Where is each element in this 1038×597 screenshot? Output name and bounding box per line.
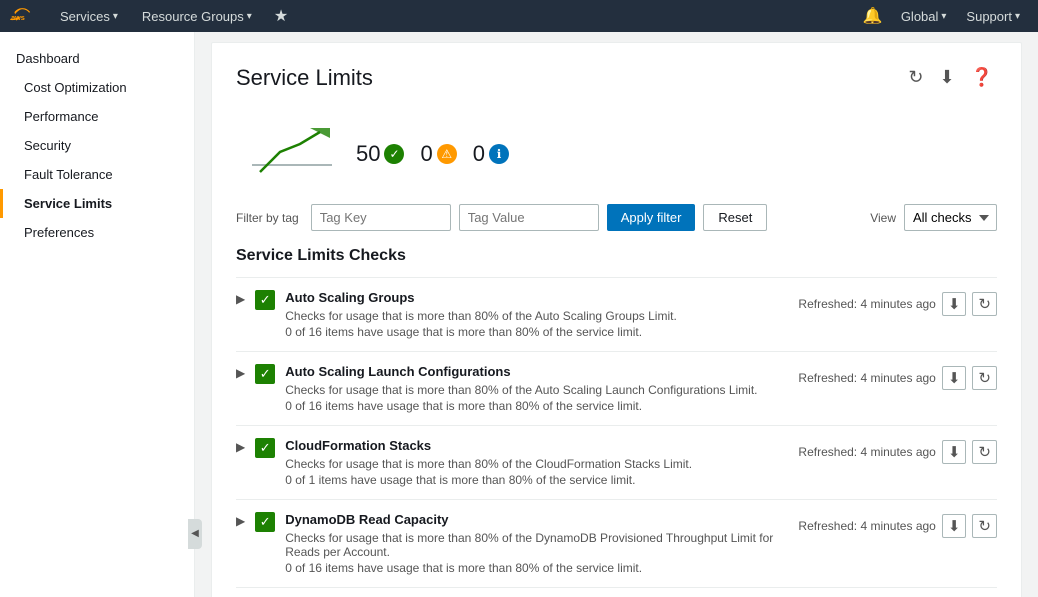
- download-check-button[interactable]: ⬇: [942, 292, 967, 316]
- resource-groups-nav[interactable]: Resource Groups ▾: [134, 9, 260, 24]
- tag-value-input[interactable]: [459, 204, 599, 231]
- check-desc2: 0 of 1 items have usage that is more tha…: [285, 473, 788, 487]
- warning-badge: ⚠: [437, 144, 457, 164]
- refresh-button[interactable]: ↻: [904, 63, 927, 92]
- check-status-badge: ✓: [255, 364, 275, 384]
- bookmark-icon[interactable]: ★: [268, 6, 294, 26]
- info-count: 0 ℹ: [473, 141, 509, 167]
- refresh-check-button[interactable]: ↻: [972, 292, 997, 316]
- check-desc2: 0 of 16 items have usage that is more th…: [285, 561, 788, 575]
- sidebar-item-preferences[interactable]: Preferences: [0, 218, 194, 247]
- header-actions: ↻ ⬇ ❓: [904, 63, 997, 92]
- filter-by-tag-label: Filter by tag: [236, 211, 299, 225]
- check-name: Auto Scaling Launch Configurations: [285, 364, 788, 379]
- check-status-badge: ✓: [255, 290, 275, 310]
- page-header: Service Limits ↻ ⬇ ❓: [236, 63, 997, 92]
- check-actions: Refreshed: 4 minutes ago ⬇ ↻: [798, 366, 997, 390]
- help-button[interactable]: ❓: [967, 63, 997, 92]
- check-row: ▶ ✓ Auto Scaling Launch Configurations C…: [236, 351, 997, 425]
- services-nav[interactable]: Services ▾: [52, 9, 126, 24]
- ok-number: 50: [356, 141, 380, 167]
- info-badge: ℹ: [489, 144, 509, 164]
- check-row: ▶ ✓ DynamoDB Read Capacity Checks for us…: [236, 499, 997, 587]
- checks-list: ▶ ✓ Auto Scaling Groups Checks for usage…: [236, 277, 997, 597]
- warning-count: 0 ⚠: [420, 141, 456, 167]
- check-name: Auto Scaling Groups: [285, 290, 788, 305]
- check-row: ▶ ✓ CloudFormation Stacks Checks for usa…: [236, 425, 997, 499]
- check-expand-icon[interactable]: ▶: [236, 292, 245, 306]
- refresh-check-button[interactable]: ↻: [972, 440, 997, 464]
- checks-title: Service Limits Checks: [236, 247, 997, 265]
- sidebar-item-security[interactable]: Security: [0, 131, 194, 160]
- check-content: DynamoDB Read Capacity Checks for usage …: [285, 512, 788, 575]
- check-actions: Refreshed: 4 minutes ago ⬇ ↻: [798, 514, 997, 538]
- check-desc1: Checks for usage that is more than 80% o…: [285, 383, 788, 397]
- sidebar-item-cost-optimization[interactable]: Cost Optimization: [0, 73, 194, 102]
- ok-count: 50 ✓: [356, 141, 404, 167]
- refreshed-label: Refreshed: 4 minutes ago: [798, 519, 935, 533]
- svg-text:aws: aws: [11, 13, 25, 22]
- view-section: View All checks: [870, 204, 997, 231]
- sidebar-item-dashboard[interactable]: Dashboard: [0, 44, 194, 73]
- summary-counts: 50 ✓ 0 ⚠ 0 ℹ: [356, 141, 509, 167]
- check-row: ▶ ✓ DynamoDB Write Capacity Checks for u…: [236, 587, 997, 597]
- refreshed-label: Refreshed: 4 minutes ago: [798, 297, 935, 311]
- chart-graphic: [252, 124, 332, 184]
- sidebar-collapse-handle[interactable]: ◀: [188, 519, 202, 549]
- filter-section: Filter by tag Apply filter Reset View Al…: [236, 204, 997, 231]
- check-expand-icon[interactable]: ▶: [236, 514, 245, 528]
- page-title: Service Limits: [236, 65, 373, 91]
- apply-filter-button[interactable]: Apply filter: [607, 204, 696, 231]
- summary-section: 50 ✓ 0 ⚠ 0 ℹ: [236, 108, 997, 204]
- check-row: ▶ ✓ Auto Scaling Groups Checks for usage…: [236, 277, 997, 351]
- tag-key-input[interactable]: [311, 204, 451, 231]
- sidebar-item-performance[interactable]: Performance: [0, 102, 194, 131]
- check-expand-icon[interactable]: ▶: [236, 440, 245, 454]
- check-status-badge: ✓: [255, 512, 275, 532]
- download-button[interactable]: ⬇: [935, 63, 958, 92]
- check-actions: Refreshed: 4 minutes ago ⬇ ↻: [798, 292, 997, 316]
- check-desc1: Checks for usage that is more than 80% o…: [285, 457, 788, 471]
- check-expand-icon[interactable]: ▶: [236, 366, 245, 380]
- main-content: Service Limits ↻ ⬇ ❓: [195, 32, 1038, 597]
- sidebar-item-service-limits[interactable]: Service Limits: [0, 189, 194, 218]
- check-name: DynamoDB Read Capacity: [285, 512, 788, 527]
- refreshed-label: Refreshed: 4 minutes ago: [798, 445, 935, 459]
- download-check-button[interactable]: ⬇: [942, 514, 967, 538]
- refresh-check-button[interactable]: ↻: [972, 366, 997, 390]
- check-actions: Refreshed: 4 minutes ago ⬇ ↻: [798, 440, 997, 464]
- refresh-check-button[interactable]: ↻: [972, 514, 997, 538]
- download-check-button[interactable]: ⬇: [942, 366, 967, 390]
- aws-logo[interactable]: aws: [10, 7, 38, 25]
- check-name: CloudFormation Stacks: [285, 438, 788, 453]
- sidebar-item-fault-tolerance[interactable]: Fault Tolerance: [0, 160, 194, 189]
- ok-badge: ✓: [384, 144, 404, 164]
- refreshed-label: Refreshed: 4 minutes ago: [798, 371, 935, 385]
- reset-button[interactable]: Reset: [703, 204, 767, 231]
- check-content: Auto Scaling Launch Configurations Check…: [285, 364, 788, 413]
- check-desc2: 0 of 16 items have usage that is more th…: [285, 325, 788, 339]
- info-number: 0: [473, 141, 485, 167]
- global-nav[interactable]: Global ▾: [893, 9, 955, 24]
- check-content: Auto Scaling Groups Checks for usage tha…: [285, 290, 788, 339]
- view-label: View: [870, 211, 896, 225]
- top-navigation: aws Services ▾ Resource Groups ▾ ★ 🔔 Glo…: [0, 0, 1038, 32]
- support-nav[interactable]: Support ▾: [958, 9, 1028, 24]
- sidebar: Dashboard Cost Optimization Performance …: [0, 32, 195, 597]
- check-desc1: Checks for usage that is more than 80% o…: [285, 531, 788, 559]
- download-check-button[interactable]: ⬇: [942, 440, 967, 464]
- check-content: CloudFormation Stacks Checks for usage t…: [285, 438, 788, 487]
- bell-icon[interactable]: 🔔: [857, 6, 889, 26]
- check-status-badge: ✓: [255, 438, 275, 458]
- content-panel: Service Limits ↻ ⬇ ❓: [211, 42, 1022, 597]
- view-select[interactable]: All checks: [904, 204, 997, 231]
- warning-number: 0: [420, 141, 432, 167]
- check-desc1: Checks for usage that is more than 80% o…: [285, 309, 788, 323]
- check-desc2: 0 of 16 items have usage that is more th…: [285, 399, 788, 413]
